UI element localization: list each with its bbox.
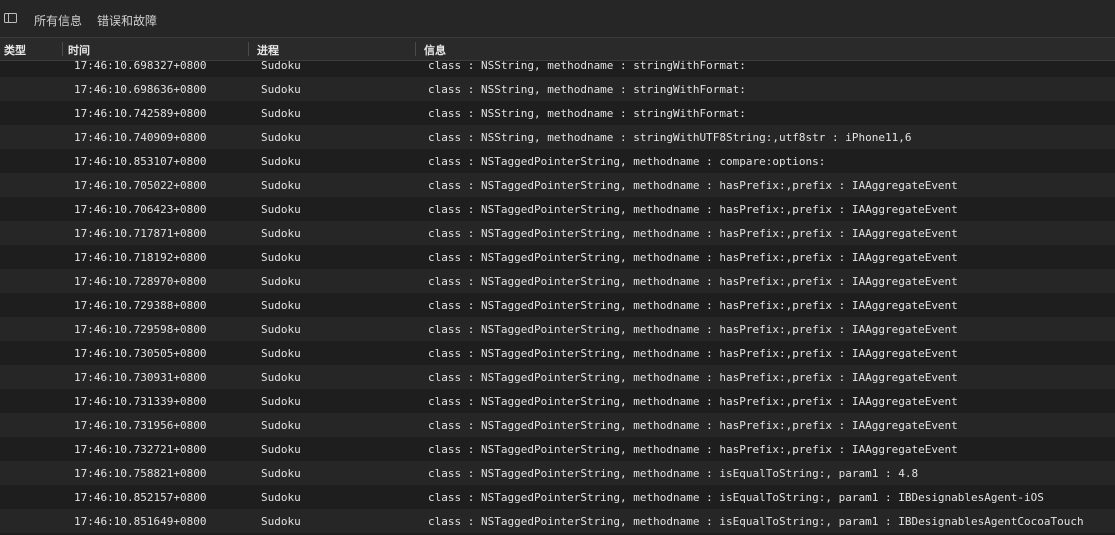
log-table-body: 17:46:10.698327+0800 Sudoku class : NSStri… xyxy=(0,53,1115,533)
log-time-cell: 17:46:10.758821+0800 xyxy=(74,467,207,480)
log-message-cell: class : NSTaggedPointerString, methodnam… xyxy=(428,203,958,216)
log-time-cell: 17:46:10.740909+0800 xyxy=(74,131,207,144)
log-time-cell: 17:46:10.728970+0800 xyxy=(74,275,207,288)
log-message-cell: class : NSTaggedPointerString, methodnam… xyxy=(428,227,958,240)
table-row[interactable]: 17:46:10.851649+0800 Sudoku class : NSTagg… xyxy=(0,509,1115,533)
log-time-cell: 17:46:10.698327+0800 xyxy=(74,59,207,72)
log-process-cell: Sudoku xyxy=(261,323,301,336)
log-time-cell: 17:46:10.851649+0800 xyxy=(74,515,207,528)
log-process-cell: Sudoku xyxy=(261,419,301,432)
log-time-cell: 17:46:10.852157+0800 xyxy=(74,491,207,504)
log-process-cell: Sudoku xyxy=(261,107,301,120)
log-message-cell: class : NSTaggedPointerString, methodnam… xyxy=(428,155,826,168)
table-row[interactable]: 17:46:10.718192+0800 Sudoku class : NSTagg… xyxy=(0,245,1115,269)
log-time-cell: 17:46:10.705022+0800 xyxy=(74,179,207,192)
log-time-cell: 17:46:10.853107+0800 xyxy=(74,155,207,168)
sidebar-toggle-icon[interactable] xyxy=(4,13,17,23)
log-process-cell: Sudoku xyxy=(261,515,301,528)
log-process-cell: Sudoku xyxy=(261,467,301,480)
log-time-cell: 17:46:10.729598+0800 xyxy=(74,323,207,336)
log-process-cell: Sudoku xyxy=(261,491,301,504)
tab-errors-and-faults[interactable]: 错误和故障 xyxy=(97,12,157,29)
log-process-cell: Sudoku xyxy=(261,131,301,144)
log-message-cell: class : NSTaggedPointerString, methodnam… xyxy=(428,491,1044,504)
log-process-cell: Sudoku xyxy=(261,59,301,72)
log-message-cell: class : NSString, methodname : stringWit… xyxy=(428,59,746,72)
log-process-cell: Sudoku xyxy=(261,179,301,192)
table-row[interactable]: 17:46:10.758821+0800 Sudoku class : NSTagg… xyxy=(0,461,1115,485)
log-message-cell: class : NSTaggedPointerString, methodnam… xyxy=(428,371,958,384)
table-row[interactable]: 17:46:10.717871+0800 Sudoku class : NSTagg… xyxy=(0,221,1115,245)
log-message-cell: class : NSString, methodname : stringWit… xyxy=(428,83,746,96)
log-process-cell: Sudoku xyxy=(261,251,301,264)
log-message-cell: class : NSTaggedPointerString, methodnam… xyxy=(428,443,958,456)
log-message-cell: class : NSTaggedPointerString, methodnam… xyxy=(428,299,958,312)
log-process-cell: Sudoku xyxy=(261,155,301,168)
log-time-cell: 17:46:10.698636+0800 xyxy=(74,83,207,96)
log-process-cell: Sudoku xyxy=(261,299,301,312)
log-process-cell: Sudoku xyxy=(261,371,301,384)
log-message-cell: class : NSTaggedPointerString, methodnam… xyxy=(428,323,958,336)
log-message-cell: class : NSTaggedPointerString, methodnam… xyxy=(428,395,958,408)
table-row[interactable]: 17:46:10.729388+0800 Sudoku class : NSTagg… xyxy=(0,293,1115,317)
table-row[interactable]: 17:46:10.852157+0800 Sudoku class : NSTagg… xyxy=(0,485,1115,509)
log-message-cell: class : NSString, methodname : stringWit… xyxy=(428,107,746,120)
log-process-cell: Sudoku xyxy=(261,275,301,288)
table-row[interactable]: 17:46:10.853107+0800 Sudoku class : NSTagg… xyxy=(0,149,1115,173)
table-row[interactable]: 17:46:10.698636+0800 Sudoku class : NSStri… xyxy=(0,77,1115,101)
table-row[interactable]: 17:46:10.728970+0800 Sudoku class : NSTagg… xyxy=(0,269,1115,293)
table-row[interactable]: 17:46:10.742589+0800 Sudoku class : NSStri… xyxy=(0,101,1115,125)
table-row[interactable]: 17:46:10.731339+0800 Sudoku class : NSTagg… xyxy=(0,389,1115,413)
log-process-cell: Sudoku xyxy=(261,443,301,456)
log-time-cell: 17:46:10.717871+0800 xyxy=(74,227,207,240)
table-row[interactable]: 17:46:10.730931+0800 Sudoku class : NSTagg… xyxy=(0,365,1115,389)
table-row[interactable]: 17:46:10.730505+0800 Sudoku class : NSTagg… xyxy=(0,341,1115,365)
log-message-cell: class : NSTaggedPointerString, methodnam… xyxy=(428,347,958,360)
table-row[interactable]: 17:46:10.740909+0800 Sudoku class : NSStri… xyxy=(0,125,1115,149)
log-time-cell: 17:46:10.730931+0800 xyxy=(74,371,207,384)
table-row[interactable]: 17:46:10.705022+0800 Sudoku class : NSTagg… xyxy=(0,173,1115,197)
log-process-cell: Sudoku xyxy=(261,395,301,408)
table-row[interactable]: 17:46:10.729598+0800 Sudoku class : NSTagg… xyxy=(0,317,1115,341)
table-row[interactable]: 17:46:10.706423+0800 Sudoku class : NSTagg… xyxy=(0,197,1115,221)
log-time-cell: 17:46:10.731339+0800 xyxy=(74,395,207,408)
log-time-cell: 17:46:10.731956+0800 xyxy=(74,419,207,432)
log-message-cell: class : NSTaggedPointerString, methodnam… xyxy=(428,419,958,432)
log-message-cell: class : NSTaggedPointerString, methodnam… xyxy=(428,251,958,264)
log-time-cell: 17:46:10.732721+0800 xyxy=(74,443,207,456)
table-row[interactable]: 17:46:10.732721+0800 Sudoku class : NSTagg… xyxy=(0,437,1115,461)
log-message-cell: class : NSTaggedPointerString, methodnam… xyxy=(428,275,958,288)
console-toolbar: 所有信息 错误和故障 xyxy=(0,0,1115,38)
log-time-cell: 17:46:10.730505+0800 xyxy=(74,347,207,360)
log-message-cell: class : NSTaggedPointerString, methodnam… xyxy=(428,515,1084,528)
log-time-cell: 17:46:10.718192+0800 xyxy=(74,251,207,264)
tab-all-messages[interactable]: 所有信息 xyxy=(34,12,82,29)
table-row[interactable]: 17:46:10.698327+0800 Sudoku class : NSStri… xyxy=(0,53,1115,77)
log-message-cell: class : NSTaggedPointerString, methodnam… xyxy=(428,467,919,480)
log-process-cell: Sudoku xyxy=(261,227,301,240)
log-time-cell: 17:46:10.729388+0800 xyxy=(74,299,207,312)
log-message-cell: class : NSString, methodname : stringWit… xyxy=(428,131,912,144)
log-process-cell: Sudoku xyxy=(261,347,301,360)
log-time-cell: 17:46:10.742589+0800 xyxy=(74,107,207,120)
log-message-cell: class : NSTaggedPointerString, methodnam… xyxy=(428,179,958,192)
log-process-cell: Sudoku xyxy=(261,203,301,216)
table-row[interactable]: 17:46:10.731956+0800 Sudoku class : NSTagg… xyxy=(0,413,1115,437)
log-process-cell: Sudoku xyxy=(261,83,301,96)
log-time-cell: 17:46:10.706423+0800 xyxy=(74,203,207,216)
